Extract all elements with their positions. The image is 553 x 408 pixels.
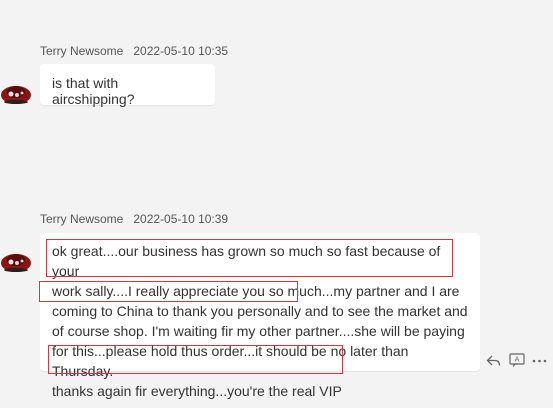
reply-icon[interactable]	[485, 352, 502, 369]
translate-icon[interactable]: A	[508, 352, 525, 369]
message-text: is that with aircshipping?	[52, 75, 135, 107]
message-text: ok great....our business has grown so mu…	[52, 243, 468, 399]
avatar[interactable]	[0, 78, 32, 110]
avatar-image	[1, 254, 31, 272]
message-header: Terry Newsome 2022-05-10 10:35	[40, 44, 228, 58]
sender-name: Terry Newsome	[40, 212, 124, 226]
avatar-image	[1, 86, 31, 104]
more-icon[interactable]	[531, 352, 548, 369]
message-timestamp: 2022-05-10 10:39	[133, 212, 229, 226]
message-bubble[interactable]: ok great....our business has grown so mu…	[40, 233, 480, 399]
message-bubble[interactable]: is that with aircshipping?	[40, 64, 215, 107]
svg-text:A: A	[514, 356, 519, 364]
message-header: Terry Newsome 2022-05-10 10:39	[40, 212, 228, 226]
message-timestamp: 2022-05-10 10:35	[133, 44, 229, 58]
avatar[interactable]	[0, 246, 32, 278]
message-actions: A	[485, 352, 548, 369]
sender-name: Terry Newsome	[40, 44, 124, 58]
